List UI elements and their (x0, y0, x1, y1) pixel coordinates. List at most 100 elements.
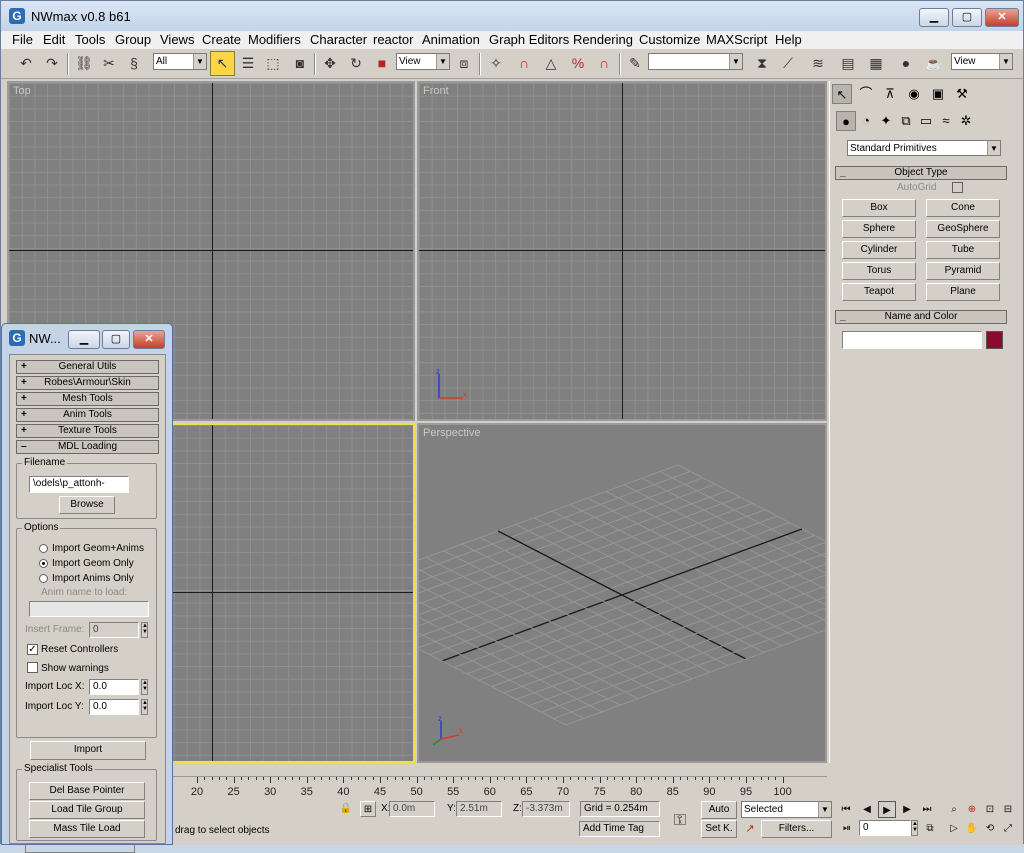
reset-controllers-checkbox[interactable]: ✓ (27, 644, 38, 655)
import-geom-anims-radio[interactable] (39, 544, 48, 553)
viewport-front[interactable]: Front z x (417, 81, 827, 421)
import-loc-x-spinner[interactable]: ▲ ▼ (141, 679, 148, 695)
spinner-snap-icon[interactable]: ∩ (593, 52, 615, 74)
cylinder-button[interactable]: Cylinder (842, 241, 916, 259)
add-time-tag-button[interactable]: Add Time Tag (579, 821, 660, 837)
nwmax-close-button[interactable]: ✕ (133, 330, 165, 349)
menu-reactor[interactable]: reactor (373, 32, 413, 47)
zoom-extents-all-icon[interactable]: ⊟ (999, 801, 1017, 818)
menu-rendering[interactable]: Rendering (573, 32, 633, 47)
sphere-button[interactable]: Sphere (842, 220, 916, 238)
snap-toggle-icon[interactable]: ∩ (513, 52, 535, 74)
cone-button[interactable]: Cone (926, 199, 1000, 217)
menu-character[interactable]: Character (310, 32, 367, 47)
field-of-view-icon[interactable]: ▷ (945, 820, 963, 837)
object-name-field[interactable] (842, 331, 982, 349)
set-key-icon[interactable]: ⚿ (667, 810, 693, 830)
import-geom-only-radio[interactable] (39, 559, 48, 568)
geometry-icon[interactable]: ● (836, 111, 856, 131)
edit-named-selection-icon[interactable]: ✎ (624, 52, 646, 74)
mass-tile-load-button[interactable]: Mass Tile Load (29, 820, 145, 838)
menu-graph-editors[interactable]: Graph Editors (489, 32, 569, 47)
align-icon[interactable]: ⟋ (777, 52, 799, 74)
menu-modifiers[interactable]: Modifiers (248, 32, 301, 47)
shapes-icon[interactable]: ◔ (856, 111, 876, 131)
play-icon[interactable]: ▶ (878, 801, 896, 818)
display-tab-icon[interactable]: ▣ (928, 84, 948, 104)
maximize-button[interactable]: ▢ (952, 8, 982, 27)
browse-button[interactable]: Browse (59, 496, 115, 514)
reference-coord-dropdown[interactable]: View ▼ (396, 53, 450, 70)
rollout-anim-tools[interactable]: + Anim Tools (16, 408, 159, 422)
unlink-icon[interactable]: ✂ (98, 52, 120, 74)
key-mode-icon[interactable]: ⏯ (838, 820, 856, 837)
selection-filter-dropdown[interactable]: All ▼ (153, 53, 207, 70)
rollout-texture-tools[interactable]: + Texture Tools (16, 424, 159, 438)
menu-edit[interactable]: Edit (43, 32, 65, 47)
hierarchy-tab-icon[interactable]: ⊼ (880, 84, 900, 104)
pivot-center-icon[interactable]: ⧈ (453, 52, 475, 74)
move-icon[interactable]: ✥ (319, 52, 341, 74)
y-coordinate-field[interactable]: 2.51m (456, 801, 502, 817)
redo-icon[interactable]: ↷ (41, 52, 63, 74)
menu-file[interactable]: File (12, 32, 33, 47)
object-category-dropdown[interactable]: Standard Primitives ▼ (847, 140, 1001, 156)
utilities-tab-icon[interactable]: ⚒ (952, 84, 972, 104)
curve-editor-icon[interactable]: ▤ (837, 52, 859, 74)
select-by-name-icon[interactable]: ☰ (237, 52, 259, 74)
anim-name-field[interactable] (29, 601, 149, 617)
torus-button[interactable]: Torus (842, 262, 916, 280)
angle-snap-icon[interactable]: △ (540, 52, 562, 74)
del-base-pointer-button[interactable]: Del Base Pointer (29, 782, 145, 800)
undo-icon[interactable]: ↶ (15, 52, 37, 74)
named-selection-dropdown[interactable]: ▼ (648, 53, 743, 70)
close-button[interactable]: ✕ (985, 8, 1019, 27)
geosphere-button[interactable]: GeoSphere (926, 220, 1000, 238)
render-type-dropdown[interactable]: View ▼ (951, 53, 1013, 70)
zoom-all-icon[interactable]: ⊕ (963, 801, 981, 818)
rollout-general-utils[interactable]: + General Utils (16, 360, 159, 374)
box-button[interactable]: Box (842, 199, 916, 217)
pyramid-button[interactable]: Pyramid (926, 262, 1000, 280)
nwmax-maximize-button[interactable]: ▢ (102, 330, 130, 349)
previous-frame-icon[interactable]: ◀ (858, 801, 876, 818)
lock-selection-icon[interactable]: 🔒 (339, 802, 353, 816)
viewport-perspective[interactable]: Perspective z x (417, 423, 827, 763)
frame-spinner[interactable]: ▲ ▼ (911, 820, 918, 836)
zoom-extents-icon[interactable]: ⊡ (981, 801, 999, 818)
rectangle-selection-icon[interactable]: ⬚ (262, 52, 284, 74)
arc-rotate-icon[interactable]: ⟲ (981, 820, 999, 837)
default-tangent-icon[interactable]: ↗ (741, 820, 759, 838)
import-anims-only-radio[interactable] (39, 574, 48, 583)
time-trackbar[interactable]: 20 25 30 35 40 45 50 55 60 65 70 75 80 85 90 95 100 (171, 776, 827, 800)
manipulate-icon[interactable]: ✧ (485, 52, 507, 74)
viewport-label-front[interactable]: Front (423, 85, 449, 97)
import-loc-y-field[interactable]: 0.0 (89, 699, 139, 715)
object-color-swatch[interactable] (986, 331, 1003, 349)
go-to-end-icon[interactable]: ⏭ (918, 801, 936, 818)
layer-manager-icon[interactable]: ≋ (807, 52, 829, 74)
autogrid-checkbox[interactable] (952, 182, 963, 193)
x-coordinate-field[interactable]: 0.0m (389, 801, 435, 817)
cameras-icon[interactable]: ⧉ (896, 111, 916, 131)
space-warps-icon[interactable]: ≈ (936, 111, 956, 131)
material-editor-icon[interactable]: ● (895, 52, 917, 74)
go-to-start-icon[interactable]: ⏮ (837, 801, 855, 818)
zoom-icon[interactable]: ⌕ (945, 801, 963, 818)
tube-button[interactable]: Tube (926, 241, 1000, 259)
viewport-label-top[interactable]: Top (13, 85, 31, 97)
nwmax-minimize-button[interactable]: ▁ (68, 330, 100, 349)
rollout-mesh-tools[interactable]: + Mesh Tools (16, 392, 159, 406)
load-tile-group-button[interactable]: Load Tile Group (29, 801, 145, 819)
lights-icon[interactable]: ✦ (876, 111, 896, 131)
menu-group[interactable]: Group (115, 32, 151, 47)
render-scene-icon[interactable]: ☕ (923, 52, 945, 74)
systems-icon[interactable]: ✲ (956, 111, 976, 131)
menu-help[interactable]: Help (775, 32, 802, 47)
modify-tab-icon[interactable]: ⌒ (856, 84, 876, 104)
rollout-mdl-loading[interactable]: – MDL Loading (16, 440, 159, 454)
auto-key-button[interactable]: Auto (701, 801, 737, 819)
time-config-icon[interactable]: ⧉ (921, 820, 939, 837)
object-type-rollout-header[interactable]: _ Object Type (835, 166, 1007, 180)
scale-icon[interactable]: ■ (371, 52, 393, 74)
